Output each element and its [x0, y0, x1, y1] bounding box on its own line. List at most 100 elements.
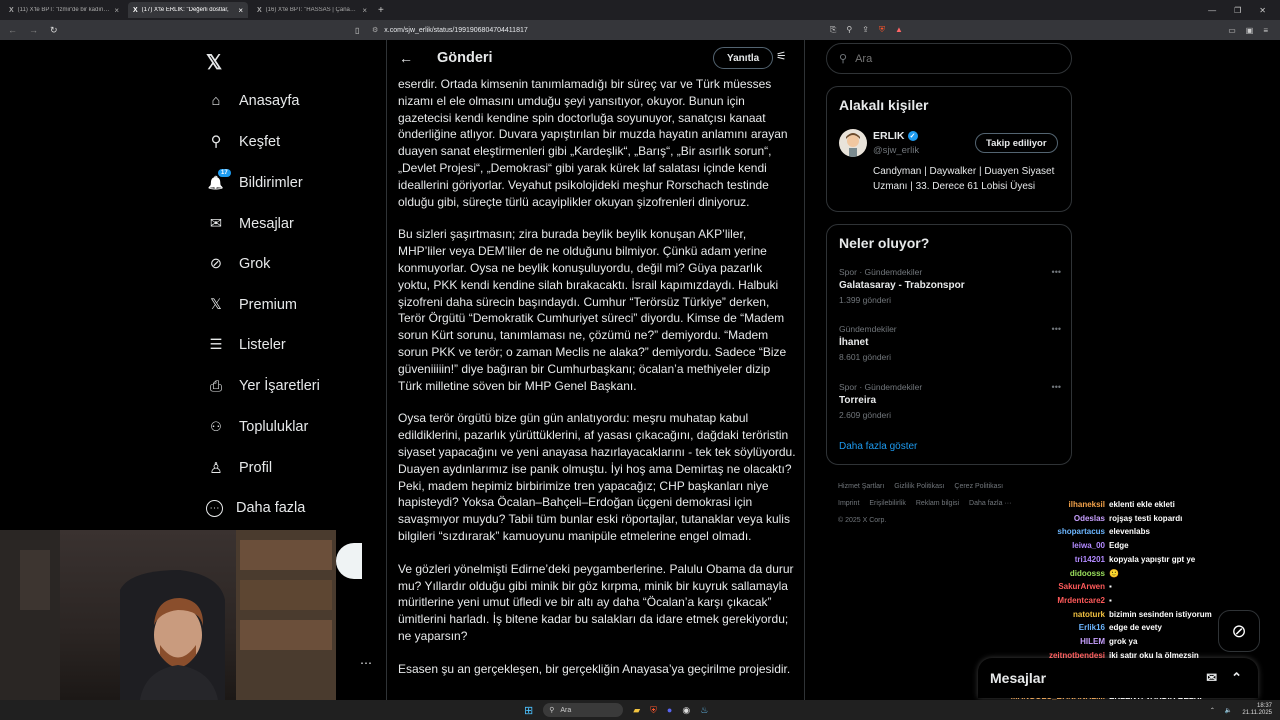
sidebar-toggle-icon[interactable]: ▭	[1228, 26, 1236, 35]
chat-username: HILEM	[1080, 637, 1105, 647]
footer-link[interactable]: Erişilebilirlik	[869, 500, 906, 507]
more-icon: ⋯	[206, 499, 223, 517]
footer-link[interactable]: Hizmet Şartları	[838, 483, 884, 490]
chat-text: 🙂	[1109, 568, 1119, 578]
trend-item[interactable]: Gündemdekiler İhanet 8.601 gönderi •••	[839, 324, 1061, 362]
close-tab-icon[interactable]: ×	[238, 6, 243, 15]
chat-text: elevenlabs	[1109, 527, 1150, 537]
x-premium-icon: 𝕏	[210, 297, 222, 313]
steam-icon[interactable]: ♨	[700, 705, 708, 716]
maximize-icon[interactable]: ❐	[1234, 6, 1241, 15]
file-explorer-icon[interactable]: ▰	[633, 705, 640, 716]
show-more-link[interactable]: Daha fazla göster	[839, 441, 917, 452]
chat-text: bizimin sesinden istiyorum	[1109, 609, 1212, 619]
nav-item-communities[interactable]: ⚇ Topluluklar	[206, 413, 308, 441]
footer-link[interactable]: Reklam bilgisi	[916, 500, 959, 507]
windows-start-icon[interactable]: ⊞	[524, 704, 533, 717]
reply-button[interactable]: Yanıtla	[713, 47, 774, 69]
rewards-icon[interactable]: ▲	[895, 25, 903, 35]
trend-item[interactable]: Spor · Gündemdekiler Torreira 2.609 gönd…	[839, 382, 1061, 420]
url-actions: ⎘ ⚲ ⇪ ⛨ ▲	[830, 25, 903, 35]
brave-browser-icon[interactable]: ⛨	[650, 705, 657, 716]
webcam-overlay	[0, 530, 336, 700]
user-handle[interactable]: @sjw_erlik	[873, 145, 919, 156]
nav-item-home[interactable]: ⌂ Anasayfa	[206, 87, 300, 115]
bookmark-page-icon[interactable]: ▯	[355, 26, 359, 35]
share-icon[interactable]: ⇪	[862, 25, 869, 35]
new-message-icon[interactable]: ✉	[1206, 670, 1217, 686]
chat-username: shopartacus	[1057, 527, 1105, 537]
article-paragraph: Oysa terör örgütü bize gün gün anlatıyor…	[398, 411, 796, 543]
menu-icon[interactable]: ≡	[1263, 26, 1268, 35]
footer-link[interactable]: Çerez Politikası	[954, 483, 1003, 490]
following-button[interactable]: Takip ediliyor	[975, 133, 1058, 153]
back-arrow-icon[interactable]: ←	[399, 50, 413, 66]
reload-icon[interactable]: ↻	[50, 25, 58, 36]
minimize-icon[interactable]: —	[1208, 6, 1216, 15]
obs-icon[interactable]: ◉	[682, 705, 690, 716]
more-options-icon[interactable]: •••	[1052, 382, 1061, 392]
more-options-icon[interactable]: •••	[1052, 267, 1061, 277]
forward-arrow-icon[interactable]: →	[29, 25, 38, 36]
nav-item-grok[interactable]: ⊘ Grok	[206, 250, 271, 278]
more-options-icon[interactable]: •••	[1052, 324, 1061, 334]
x-home-logo[interactable]: 𝕏	[206, 50, 222, 75]
translate-icon[interactable]: ⎘	[830, 25, 836, 35]
grok-float-button[interactable]: ⊘	[1218, 610, 1260, 652]
related-people-card: Alakalı kişiler ERLIK ✓ @sjw_erlik Takip…	[826, 86, 1072, 212]
post-button[interactable]	[336, 543, 362, 579]
tray-chevron-icon[interactable]: ⌃	[1210, 707, 1215, 714]
search-box[interactable]: ⚲	[826, 43, 1072, 74]
windows-taskbar: ⊞ ⚲ Ara ▰ ⛨ ● ◉ ♨ ⌃ 🔈 18:37 21.11.2025	[0, 700, 1280, 720]
close-tab-icon[interactable]: ×	[362, 6, 367, 15]
chat-username: tri14201	[1074, 554, 1105, 564]
article-paragraph: Ve gözleri yönelmişti Edirne’deki peygam…	[398, 561, 794, 643]
trend-item[interactable]: Spor · Gündemdekiler Galatasaray - Trabz…	[839, 267, 1061, 305]
page-title: Gönderi	[437, 50, 493, 66]
article-paragraph: Esasen şu an gerçekleşen, bir gerçekliği…	[398, 661, 791, 676]
account-more-icon[interactable]: ⋯	[360, 656, 372, 670]
user-name[interactable]: ERLIK ✓	[873, 130, 918, 142]
new-tab-button[interactable]: +	[378, 5, 384, 16]
footer-link[interactable]: Gizlilik Politikası	[894, 483, 944, 490]
card-title: Alakalı kişiler	[839, 97, 929, 113]
expand-icon[interactable]: ⌃	[1231, 670, 1242, 686]
zoom-icon[interactable]: ⚲	[846, 25, 852, 35]
search-input[interactable]	[855, 52, 1036, 65]
discord-icon[interactable]: ●	[667, 705, 672, 715]
bell-icon: 🔔 17	[206, 169, 231, 193]
wallet-icon[interactable]: ▣	[1246, 26, 1254, 35]
speaker-icon[interactable]: 🔈	[1225, 707, 1232, 714]
close-window-icon[interactable]: ✕	[1259, 6, 1266, 15]
chat-message: ilhaneksil eklenti ekle ekleti	[1000, 498, 1280, 512]
nav-item-bookmarks[interactable]: ⎙ Yer İşaretleri	[206, 372, 320, 400]
back-arrow-icon[interactable]: ←	[8, 25, 17, 36]
messages-drawer[interactable]: Mesajlar ✉ ⌃	[978, 658, 1258, 698]
browser-tabbar: X (11) X'te BPT: "İzmir'de bir kadın, ke…	[0, 0, 1280, 20]
nav-item-explore[interactable]: ⚲ Keşfet	[206, 128, 280, 156]
browser-tab-active[interactable]: X (17) X'te ERLIK: "Değerli dostlar, ×	[128, 2, 248, 18]
site-info-icon[interactable]: ⚙	[372, 26, 378, 34]
article-paragraph: Bu sizleri şaşırtmasın; zira burada beyl…	[398, 227, 787, 393]
close-tab-icon[interactable]: ×	[114, 6, 119, 15]
filter-settings-icon[interactable]: ⚟	[776, 49, 787, 63]
brave-shield-icon[interactable]: ⛨	[879, 25, 885, 35]
chat-text: kopyala yapıştır gpt ye	[1109, 554, 1196, 564]
nav-item-messages[interactable]: ✉ Mesajlar	[206, 210, 294, 238]
nav-item-premium[interactable]: 𝕏 Premium	[206, 291, 297, 319]
nav-item-lists[interactable]: ☰ Listeler	[206, 331, 286, 359]
avatar[interactable]	[839, 129, 867, 157]
nav-item-notifications[interactable]: 🔔 17 Bildirimler	[206, 169, 303, 197]
clock[interactable]: 18:37 21.11.2025	[1242, 703, 1272, 717]
browser-tab[interactable]: X (11) X'te BPT: "İzmir'de bir kadın, ke…	[4, 2, 124, 18]
chat-username: Odeslas	[1073, 513, 1105, 523]
nav-item-profile[interactable]: ♙ Profil	[206, 454, 272, 482]
footer-link[interactable]: Imprint	[838, 500, 859, 507]
taskbar-search[interactable]: ⚲ Ara	[543, 703, 624, 717]
x-logo-icon: X	[133, 6, 138, 14]
search-icon: ⚲	[839, 53, 848, 65]
chat-username: natoturk	[1073, 609, 1105, 619]
article-paragraph: eserdir. Ortada kimsenin tanımlamadığı b…	[398, 77, 788, 209]
nav-item-more[interactable]: ⋯ Daha fazla	[206, 494, 305, 522]
browser-tab[interactable]: X (16) X'te BPT: "HASSAS | Çanakkale'd ×	[252, 2, 372, 18]
